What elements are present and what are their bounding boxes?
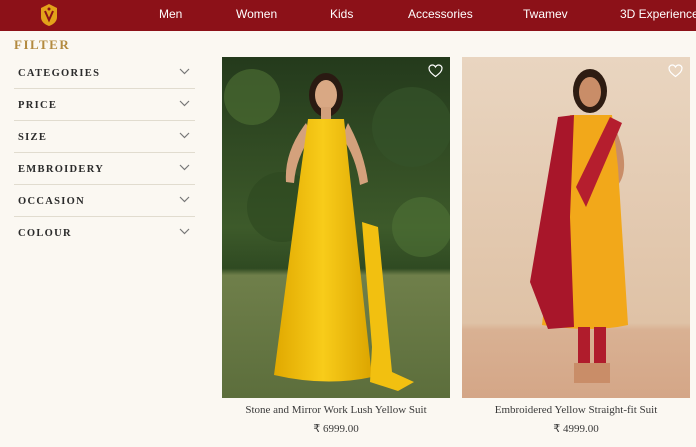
filter-list: CATEGORIES PRICE SIZE EMBROIDERY OCCASIO… [14,57,195,249]
nav-kids[interactable]: Kids [330,7,353,21]
filter-label: PRICE [18,100,58,111]
nav-men[interactable]: Men [159,7,182,21]
chevron-down-icon [179,132,190,139]
product-name[interactable]: Stone and Mirror Work Lush Yellow Suit [222,404,450,416]
nav-twamev[interactable]: Twamev [523,7,568,21]
nav-accessories[interactable]: Accessories [408,7,473,21]
filter-label: EMBROIDERY [18,164,105,175]
brand-logo-icon[interactable] [39,3,59,27]
filter-size[interactable]: SIZE [14,121,195,153]
filter-label: SIZE [18,132,48,143]
nav-3d-experience[interactable]: 3D Experience [620,7,696,21]
product-image[interactable] [462,57,690,398]
nav-women[interactable]: Women [236,7,277,21]
chevron-down-icon [179,196,190,203]
heart-outline-icon[interactable] [668,64,683,78]
product-name[interactable]: Embroidered Yellow Straight-fit Suit [462,404,690,416]
filter-label: OCCASION [18,196,85,207]
filter-price[interactable]: PRICE [14,89,195,121]
chevron-down-icon [179,100,190,107]
chevron-down-icon [179,164,190,171]
top-nav-bar: Men Women Kids Accessories Twamev 3D Exp… [0,0,696,31]
filter-embroidery[interactable]: EMBROIDERY [14,153,195,185]
filter-label: CATEGORIES [18,68,101,79]
filter-label: COLOUR [18,228,72,239]
product-image[interactable] [222,57,450,398]
filter-categories[interactable]: CATEGORIES [14,57,195,89]
chevron-down-icon [179,228,190,235]
chevron-down-icon [179,68,190,75]
product-price: ₹ 4999.00 [553,423,599,435]
filter-occasion[interactable]: OCCASION [14,185,195,217]
product-price: ₹ 6999.00 [313,423,359,435]
filter-title: FILTER [14,37,71,52]
heart-outline-icon[interactable] [428,64,443,78]
filter-colour[interactable]: COLOUR [14,217,195,249]
